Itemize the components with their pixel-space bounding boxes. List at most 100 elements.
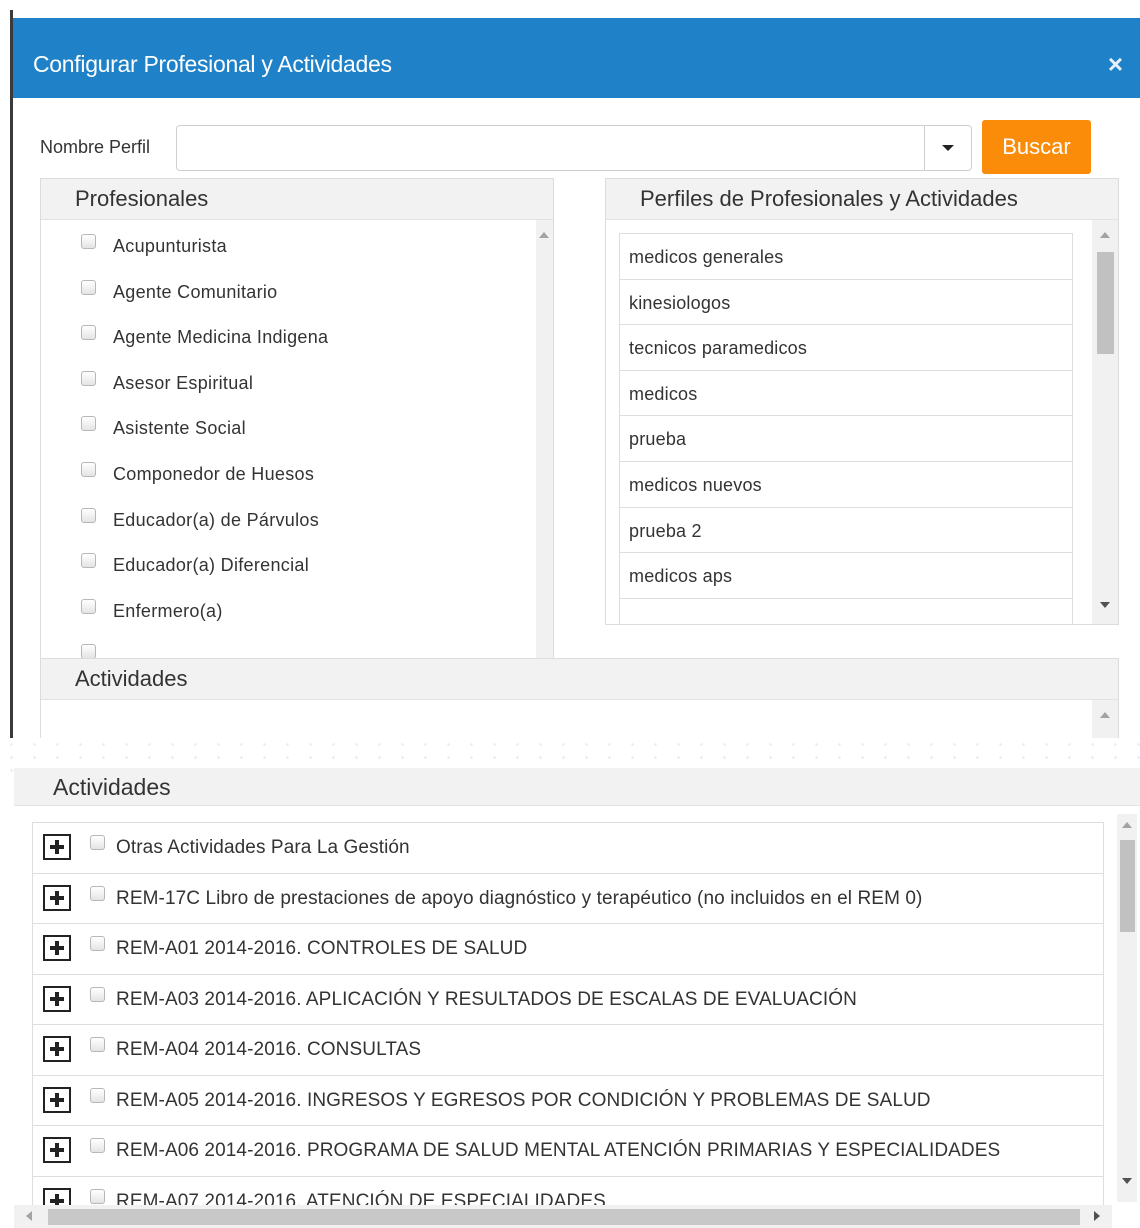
actividad-row: Otras Actividades Para La Gestión [33,823,1103,874]
expand-plus-icon[interactable] [43,1137,71,1163]
scroll-thumb[interactable] [1097,252,1114,354]
actividades-title: Actividades [14,768,1140,806]
scroll-left-icon[interactable] [26,1211,32,1221]
perfil-item[interactable]: kinesiologos [620,280,1072,326]
chevron-down-icon[interactable] [924,126,971,170]
profesional-label: Agente Medicina Indigena [113,327,329,348]
expand-plus-icon[interactable] [43,1036,71,1062]
profesional-item[interactable]: Educador(a) Diferencial [41,539,553,585]
nombre-perfil-input[interactable] [177,126,923,168]
actividad-label: Otras Actividades Para La Gestión [116,837,410,858]
scroll-down-icon[interactable] [1100,602,1110,608]
profesional-checkbox[interactable] [81,553,96,569]
profesional-checkbox[interactable] [81,461,96,477]
expand-plus-icon[interactable] [43,935,71,961]
actividad-label: REM-A01 2014-2016. CONTROLES DE SALUD [116,938,528,959]
nombre-perfil-combobox[interactable] [176,125,972,171]
actividades-scrollbar[interactable] [1117,814,1137,1202]
perfil-item[interactable]: medicos nuevos [620,462,1072,508]
profesionales-scrollbar[interactable] [536,220,553,669]
scroll-up-icon[interactable] [1100,712,1110,718]
profesional-label: Componedor de Huesos [113,463,315,484]
actividad-row: REM-A01 2014-2016. CONTROLES DE SALUD [33,924,1103,975]
actividad-label: REM-A05 2014-2016. INGRESOS Y EGRESOS PO… [116,1089,931,1111]
modal-title: Configurar Profesional y Actividades [33,51,392,77]
config-modal: Configurar Profesional y Actividades × N… [10,10,1140,738]
perfiles-panel: Perfiles de Profesionales y Actividades … [605,178,1119,625]
profesional-item[interactable]: Educador(a) de Párvulos [41,494,553,540]
profesional-item[interactable]: Componedor de Huesos [41,448,553,494]
actividad-checkbox[interactable] [90,1037,105,1052]
profesional-label: Educador(a) Diferencial [113,555,309,576]
scroll-thumb[interactable] [1120,840,1135,932]
actividad-checkbox[interactable] [90,936,105,951]
scroll-up-icon[interactable] [1100,232,1110,238]
actividad-row: REM-A04 2014-2016. CONSULTAS [33,1025,1103,1076]
actividad-checkbox[interactable] [90,986,105,1002]
profesional-checkbox[interactable] [81,325,96,341]
profesional-label: Asesor Espiritual [113,372,254,393]
profesional-checkbox[interactable] [81,416,96,432]
profesional-checkbox[interactable] [81,279,96,295]
perfiles-scrollbar[interactable] [1092,220,1118,624]
profesional-checkbox[interactable] [81,370,96,386]
profesional-item[interactable]: Asistente Social [41,402,553,448]
actividad-checkbox[interactable] [90,1188,105,1204]
perfil-item[interactable] [620,599,1072,624]
scroll-down-icon[interactable] [1122,1178,1132,1184]
actividades-panel: Actividades Otras Actividades Para La Ge… [14,768,1140,1228]
scroll-up-icon[interactable] [539,232,549,238]
actividad-row: REM-17C Libro de prestaciones de apoyo d… [33,874,1103,924]
actividad-checkbox[interactable] [90,835,105,850]
actividad-row: REM-A05 2014-2016. INGRESOS Y EGRESOS PO… [33,1076,1103,1126]
actividad-label: REM-A03 2014-2016. APLICACIÓN Y RESULTAD… [116,988,857,1010]
profesional-item[interactable]: Agente Medicina Indigena [41,311,553,357]
actividades-mini-scrollbar[interactable] [1092,700,1118,738]
perfiles-list: medicos generales kinesiologos tecnicos pa… [619,233,1073,624]
perfil-item[interactable]: prueba 2 [620,508,1072,554]
close-icon[interactable]: × [1108,51,1123,77]
profesional-checkbox[interactable] [81,507,96,523]
profesionales-title: Profesionales [41,179,553,220]
expand-plus-icon[interactable] [43,1086,71,1113]
buscar-button[interactable]: Buscar [982,120,1091,174]
actividad-checkbox[interactable] [90,1087,105,1103]
actividades-mini-panel: Actividades [40,658,1119,738]
nombre-perfil-label: Nombre Perfil [40,137,151,157]
profesional-item[interactable]: Enfermero(a) [41,585,553,631]
profesional-label: Agente Comunitario [113,281,278,302]
scroll-up-icon[interactable] [1122,822,1132,828]
actividades-tree: Otras Actividades Para La Gestión REM-17C… [32,822,1104,1227]
actividad-checkbox[interactable] [90,885,105,901]
expand-plus-icon[interactable] [43,884,71,911]
actividad-row: REM-A06 2014-2016. PROGRAMA DE SALUD MEN… [33,1126,1103,1177]
profesionales-list: Acupunturista Agente Comunitario Agente Me… [41,220,553,669]
profesional-label: Asistente Social [113,418,246,439]
perfil-item[interactable]: prueba [620,416,1072,462]
hscroll-thumb[interactable] [48,1209,1080,1225]
profesional-checkbox[interactable] [81,598,96,614]
profesional-label: Acupunturista [113,236,227,256]
actividad-label: REM-17C Libro de prestaciones de apoyo d… [116,887,923,909]
actividad-label: REM-A04 2014-2016. CONSULTAS [116,1039,422,1060]
actividades-hscrollbar[interactable] [14,1205,1112,1228]
profesional-label: Enfermero(a) [113,600,223,621]
perfil-item[interactable]: tecnicos paramedicos [620,325,1072,371]
expand-plus-icon[interactable] [43,834,71,860]
perfil-item[interactable]: medicos aps [620,553,1072,599]
profesional-item[interactable]: Asesor Espiritual [41,357,553,403]
perfil-item[interactable]: medicos generales [620,234,1072,280]
expand-plus-icon[interactable] [43,985,71,1012]
perfil-item[interactable]: medicos [620,371,1072,417]
profesionales-panel: Profesionales Acupunturista Agente Comuni… [40,178,554,670]
profesional-item[interactable]: Acupunturista [41,220,553,266]
profesional-item[interactable]: Agente Comunitario [41,266,553,312]
profesional-label: Educador(a) de Párvulos [113,509,320,530]
scroll-right-icon[interactable] [1094,1211,1100,1221]
actividad-checkbox[interactable] [90,1138,105,1153]
perfiles-title: Perfiles de Profesionales y Actividades [606,179,1118,220]
profesional-checkbox[interactable] [81,234,96,249]
actividad-row: REM-A03 2014-2016. APLICACIÓN Y RESULTAD… [33,975,1103,1025]
actividad-label: REM-A06 2014-2016. PROGRAMA DE SALUD MEN… [116,1140,1001,1161]
actividades-mini-title: Actividades [41,659,1118,700]
